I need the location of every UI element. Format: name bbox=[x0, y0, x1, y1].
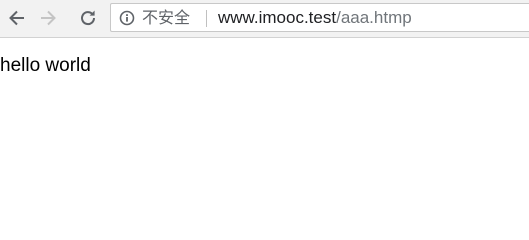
back-button[interactable] bbox=[3, 4, 31, 32]
page-body-text: hello world bbox=[0, 55, 91, 76]
address-bar[interactable]: 不安全 www.imooc.test/aaa.htmp bbox=[110, 3, 529, 32]
url-host: www.imooc.test bbox=[218, 8, 337, 27]
info-circle-icon[interactable] bbox=[119, 10, 135, 26]
back-arrow-icon bbox=[9, 10, 24, 26]
forward-arrow-icon bbox=[41, 10, 56, 26]
reload-icon bbox=[81, 10, 96, 26]
omnibox-divider bbox=[206, 10, 207, 27]
security-status-label[interactable]: 不安全 bbox=[142, 8, 190, 28]
reload-button[interactable] bbox=[74, 4, 102, 32]
page-content: hello world bbox=[0, 38, 529, 206]
url-text[interactable]: www.imooc.test/aaa.htmp bbox=[218, 8, 412, 28]
browser-toolbar: 不安全 www.imooc.test/aaa.htmp bbox=[0, 0, 529, 38]
forward-button[interactable] bbox=[34, 4, 62, 32]
url-path: /aaa.htmp bbox=[336, 8, 412, 27]
